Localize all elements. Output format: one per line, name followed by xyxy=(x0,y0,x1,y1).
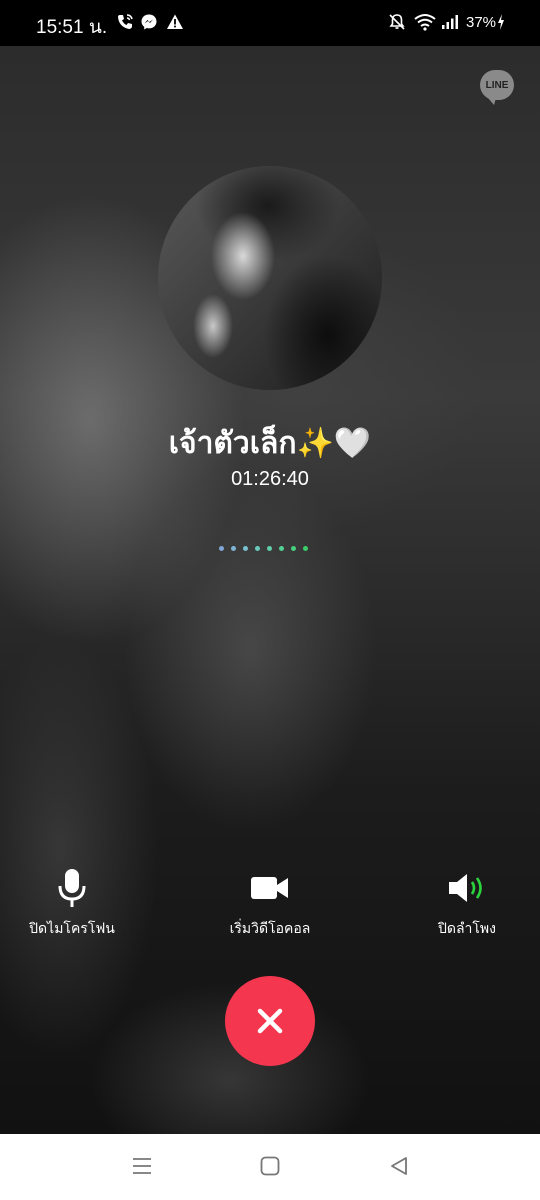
call-quality-indicator xyxy=(219,546,329,552)
warning-icon xyxy=(167,14,183,29)
indicator-dot xyxy=(267,546,272,551)
bell-off-icon xyxy=(389,14,405,30)
back-icon[interactable] xyxy=(388,1155,410,1177)
messenger-icon xyxy=(141,14,157,30)
contact-name: เจ้าตัวเล็ก✨🤍 xyxy=(168,426,372,461)
end-call-button[interactable] xyxy=(225,976,315,1066)
call-timer: 01:26:40 xyxy=(231,468,309,490)
indicator-dot xyxy=(303,546,308,551)
indicator-dot xyxy=(279,546,284,551)
line-logo: LINE xyxy=(480,70,514,105)
indicator-dot xyxy=(231,546,236,551)
wifi-icon xyxy=(414,14,436,31)
speaker-icon xyxy=(449,874,482,902)
indicator-dot xyxy=(291,546,296,551)
status-bar: 15:51 น. 37% xyxy=(0,0,540,46)
video-camera-icon xyxy=(251,877,288,899)
contact-avatar[interactable] xyxy=(158,166,382,390)
microphone-icon xyxy=(58,869,86,907)
mute-microphone-button[interactable]: ปิดไมโครโฟน xyxy=(0,868,147,940)
phone-wifi-icon xyxy=(118,14,133,29)
charging-icon xyxy=(498,14,504,30)
close-icon xyxy=(257,1008,283,1034)
speaker-button[interactable]: ปิดลำโพง xyxy=(392,868,540,940)
home-icon[interactable] xyxy=(259,1155,281,1177)
recent-apps-icon[interactable] xyxy=(131,1155,153,1177)
battery-percent: 37% xyxy=(466,14,497,31)
start-video-call-label: เริ่มวิดีโอคอล xyxy=(229,921,311,937)
signal-icon xyxy=(442,15,458,29)
speaker-label: ปิดลำโพง xyxy=(437,921,496,937)
indicator-dot xyxy=(255,546,260,551)
status-time: 15:51 น. xyxy=(36,17,108,38)
navigation-bar xyxy=(0,1134,540,1200)
indicator-dot xyxy=(219,546,224,551)
mute-microphone-label: ปิดไมโครโฟน xyxy=(29,921,115,937)
start-video-call-button[interactable]: เริ่มวิดีโอคอล xyxy=(195,868,345,940)
indicator-dot xyxy=(243,546,248,551)
